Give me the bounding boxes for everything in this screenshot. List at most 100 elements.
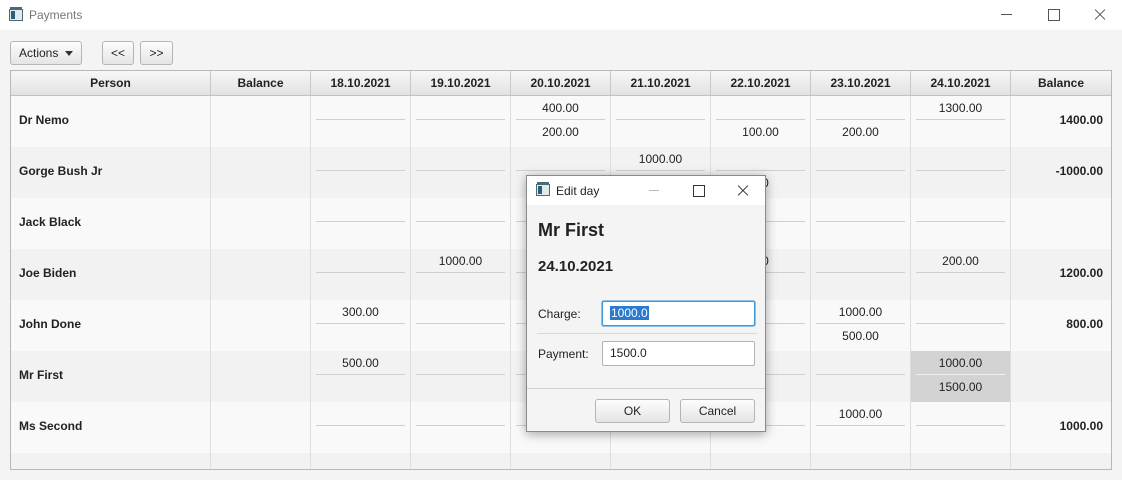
close-icon[interactable] [1076,0,1122,30]
maximize-icon[interactable] [1030,0,1076,30]
charge-value [916,301,1005,324]
balance-start-cell[interactable] [211,402,311,453]
balance-start-cell[interactable] [211,249,311,300]
balance-end-cell[interactable]: 800.00 [1011,300,1111,351]
balance-end-value: 1400.00 [1059,113,1103,127]
empty-cell [211,453,311,469]
charge-value [516,148,605,171]
person-cell[interactable]: Dr Nemo [11,96,211,147]
person-cell[interactable]: Mr First [11,351,211,402]
balance-end-value: 1200.00 [1059,266,1103,280]
charge-value [816,352,905,375]
next-week-button[interactable]: >> [140,41,173,65]
day-cell[interactable] [411,96,511,147]
balance-end-cell[interactable]: 1000.00 [1011,402,1111,453]
balance-end-cell[interactable] [1011,198,1111,249]
payment-value [416,274,505,297]
empty-cell [611,453,711,469]
day-cell[interactable] [911,300,1011,351]
column-header-balance-start[interactable]: Balance [211,71,311,95]
day-cell[interactable] [311,249,411,300]
column-header-day[interactable]: 18.10.2021 [311,71,411,95]
person-cell[interactable]: Joe Biden [11,249,211,300]
day-cell[interactable] [811,249,911,300]
day-cell[interactable]: 100.00 [711,96,811,147]
day-cell[interactable] [611,96,711,147]
column-header-day[interactable]: 22.10.2021 [711,71,811,95]
close-icon[interactable] [721,176,765,205]
day-cell[interactable]: 1000.00 [811,402,911,453]
charge-value [416,301,505,324]
balance-start-cell[interactable] [211,147,311,198]
charge-value [416,148,505,171]
column-header-day[interactable]: 19.10.2021 [411,71,511,95]
payment-label: Payment: [538,347,589,361]
column-header-person[interactable]: Person [11,71,211,95]
day-cell[interactable] [411,351,511,402]
day-cell[interactable]: 1000.00 500.00 [811,300,911,351]
actions-menu-button[interactable]: Actions [10,41,82,65]
person-name: Jack Black [19,215,82,229]
maximize-icon[interactable] [677,176,721,205]
person-cell[interactable]: Gorge Bush Jr [11,147,211,198]
day-cell[interactable] [311,198,411,249]
selected-day-cell[interactable]: 1000.00 1500.00 [911,351,1011,402]
column-header-day[interactable]: 21.10.2021 [611,71,711,95]
person-cell[interactable]: Jack Black [11,198,211,249]
column-header-day[interactable]: 24.10.2021 [911,71,1011,95]
day-cell[interactable]: 1300.00 [911,96,1011,147]
day-cell[interactable]: 200.00 [911,249,1011,300]
table-row[interactable]: Dr Nemo 400.00 200.00 100.00 200.00 1300.… [11,96,1111,147]
column-header-day[interactable]: 23.10.2021 [811,71,911,95]
balance-end-cell[interactable] [1011,351,1111,402]
balance-start-cell[interactable] [211,300,311,351]
balance-start-cell[interactable] [211,351,311,402]
payment-input[interactable]: 1500.0 [602,341,755,366]
cancel-button[interactable]: Cancel [680,399,755,423]
day-cell[interactable] [311,96,411,147]
balance-end-cell[interactable]: 1200.00 [1011,249,1111,300]
day-cell[interactable] [311,402,411,453]
day-cell[interactable] [311,147,411,198]
day-cell[interactable]: 200.00 [811,96,911,147]
day-cell[interactable] [911,147,1011,198]
person-cell[interactable]: Ms Second [11,402,211,453]
day-cell[interactable] [911,402,1011,453]
ok-button[interactable]: OK [595,399,670,423]
day-cell[interactable] [911,198,1011,249]
balance-end-cell[interactable]: 1400.00 [1011,96,1111,147]
person-cell[interactable]: John Done [11,300,211,351]
balance-start-cell[interactable] [211,198,311,249]
charge-input[interactable]: 1000.0 [602,301,755,326]
dialog-titlebar: Edit day [527,176,765,205]
previous-week-button[interactable]: << [102,41,134,65]
day-cell[interactable] [411,402,511,453]
day-cell[interactable]: 400.00 200.00 [511,96,611,147]
day-cell[interactable] [411,147,511,198]
payment-value: 200.00 [542,125,579,139]
payment-value [416,376,505,399]
payment-value [416,172,505,195]
column-header-day[interactable]: 20.10.2021 [511,71,611,95]
charge-value [316,148,405,171]
charge-value: 300.00 [316,301,405,324]
day-cell[interactable] [811,198,911,249]
day-cell[interactable]: 500.00 [311,351,411,402]
column-header-balance-end[interactable]: Balance [1011,71,1111,95]
charge-value: 400.00 [516,97,605,120]
day-cell[interactable] [411,198,511,249]
day-cell[interactable] [811,147,911,198]
charge-value: 1000.00 [816,403,905,426]
balance-end-cell[interactable]: -1000.00 [1011,147,1111,198]
charge-input-value: 1000.0 [610,306,649,320]
minimize-icon[interactable] [984,0,1030,30]
day-cell[interactable] [811,351,911,402]
day-cell[interactable]: 1000.00 [411,249,511,300]
charge-value: 1000.00 [616,148,705,171]
payment-value [316,172,405,195]
balance-start-cell[interactable] [211,96,311,147]
day-cell[interactable]: 300.00 [311,300,411,351]
field-divider [537,333,757,334]
charge-value [316,250,405,273]
day-cell[interactable] [411,300,511,351]
